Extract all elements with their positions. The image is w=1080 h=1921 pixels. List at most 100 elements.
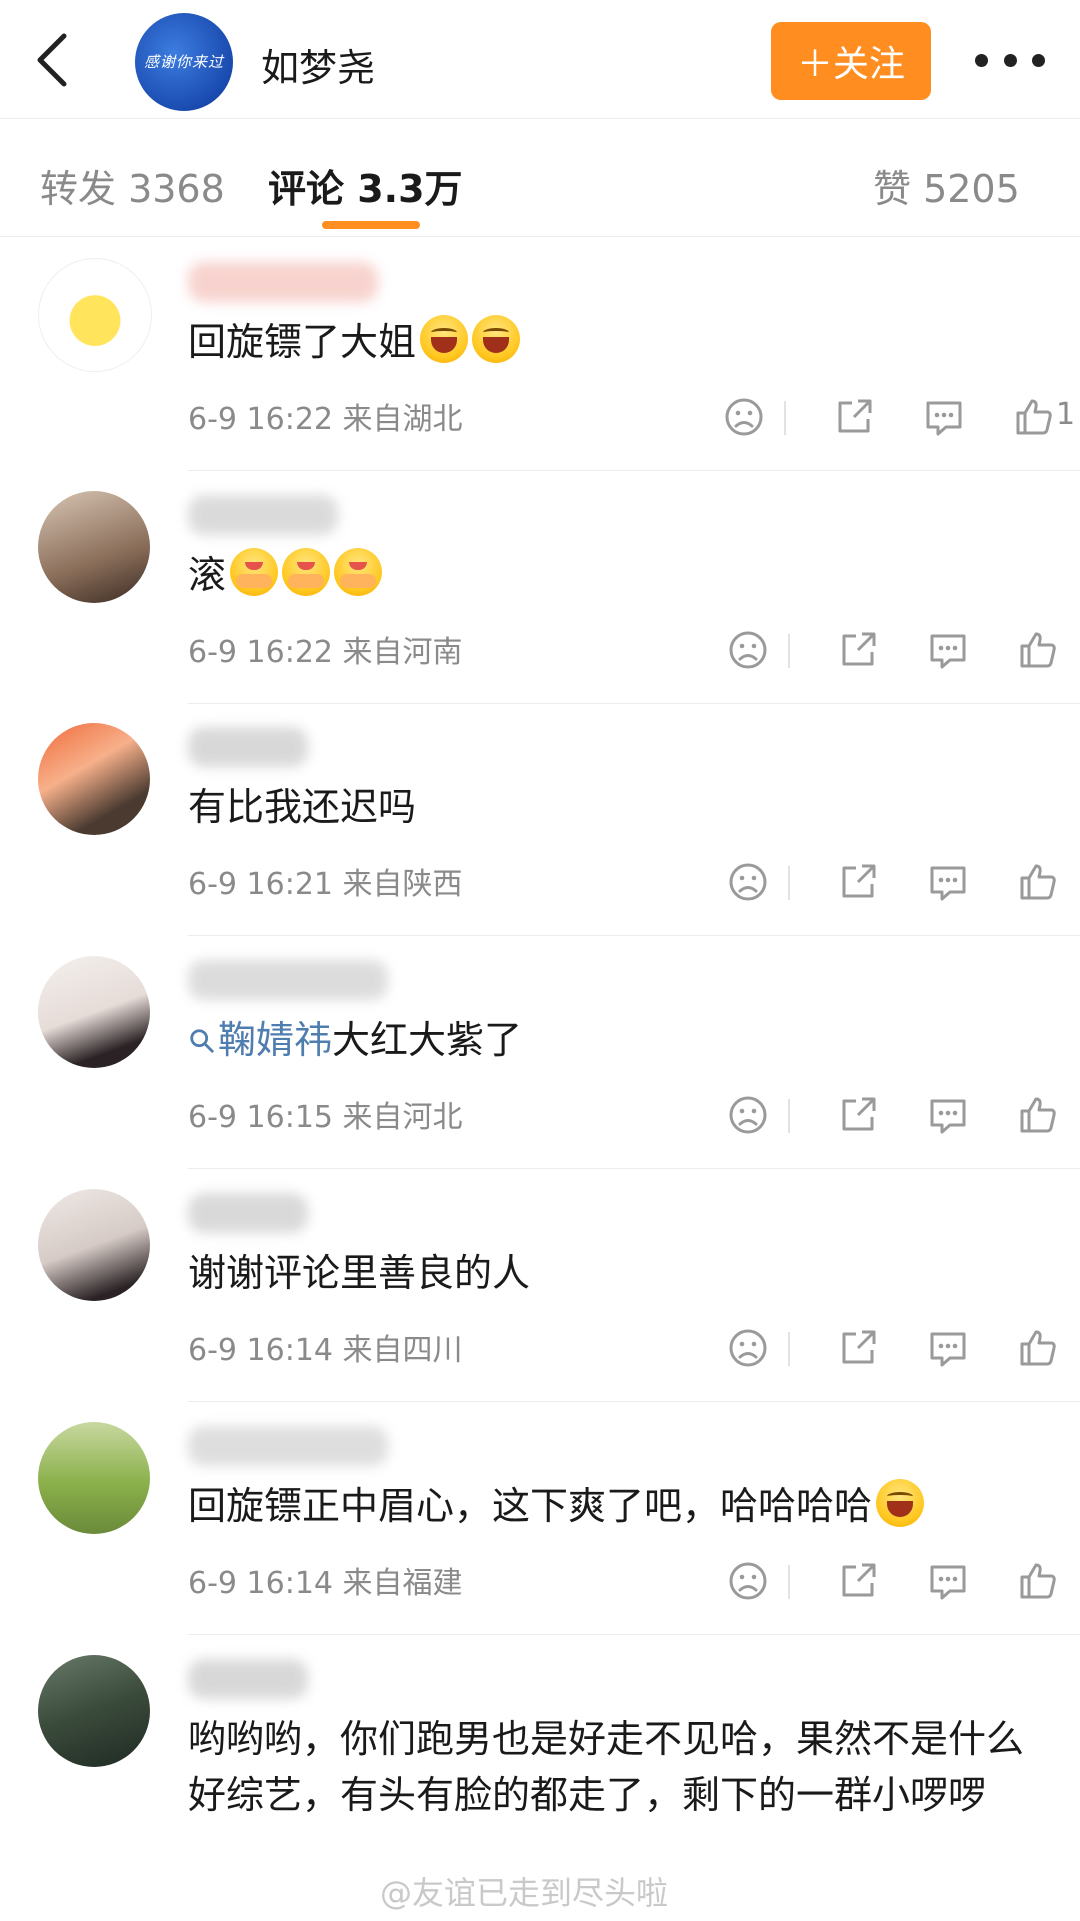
comment-body: 哟哟哟，你们跑男也是好走不见哈，果然不是什么好综艺，有头有脸的都走了，剩下的一群… [188,1717,1025,1817]
share-icon[interactable] [836,628,880,672]
comment-text: 谢谢评论里善良的人 [188,1245,1048,1301]
commenter-name-blurred[interactable] [188,960,388,1000]
author-name[interactable]: 如梦尧 [261,37,375,92]
dislike-face-icon[interactable] [726,1559,770,1603]
reply-comment-icon[interactable] [926,1093,970,1137]
comment-item: 谢谢评论里善良的人 6-9 16:14 来自四川 [0,1171,1080,1403]
dislike-face-icon[interactable] [726,1093,770,1137]
back-arrow-icon[interactable] [28,30,78,90]
comment-actions [680,628,1080,678]
comment-body: 滚 [188,553,227,597]
comment-location: 来自四川 [342,1333,463,1368]
comment-actions [680,1326,1080,1376]
commenter-name-blurred[interactable] [188,1659,308,1699]
commenter-avatar[interactable] [38,491,150,603]
hugging-emoji-icon [230,548,279,596]
comment-meta: 6-9 16:14 来自福建 [188,1558,463,1602]
comment-actions [680,1559,1080,1609]
action-divider [788,866,790,900]
share-icon[interactable] [832,395,876,439]
share-icon[interactable] [836,1093,880,1137]
comment-item: 哟哟哟，你们跑男也是好走不见哈，果然不是什么好综艺，有头有脸的都走了，剩下的一群… [0,1637,1080,1869]
share-icon[interactable] [836,860,880,904]
comment-time: 6-9 16:14 [188,1566,343,1601]
commenter-name-blurred[interactable] [188,727,308,767]
thumbs-up-icon[interactable] [1016,1559,1060,1603]
active-tab-indicator [322,221,420,229]
comment-separator [188,1401,1080,1402]
action-divider [784,401,786,435]
comment-text: 滚 [188,547,1048,603]
commenter-avatar[interactable] [38,1422,150,1534]
commenter-avatar[interactable] [38,1655,150,1767]
comment-item: 回旋镖了大姐 6-9 16:22 来自湖北 1 [0,240,1080,472]
dislike-face-icon[interactable] [726,628,770,672]
comment-text: 鞠婧祎大红大紫了 [188,1012,1048,1068]
comment-text: 有比我还迟吗 [188,779,1048,835]
commenter-avatar[interactable] [38,956,150,1068]
comment-meta: 6-9 16:15 来自河北 [188,1092,463,1136]
topic-name[interactable]: 鞠婧祎 [218,1018,332,1062]
commenter-avatar[interactable] [38,258,152,372]
reply-comment-icon[interactable] [922,395,966,439]
commenter-name-blurred[interactable] [188,495,338,535]
comment-item: 有比我还迟吗 6-9 16:21 来自陕西 [0,705,1080,937]
comment-body: 有比我还迟吗 [188,785,417,829]
watermark: @友谊已走到尽头啦 [380,1874,669,1912]
thumbs-up-icon[interactable] [1012,395,1056,439]
comment-body: 谢谢评论里善良的人 [188,1251,531,1295]
follow-button[interactable]: ＋关注 [771,22,931,100]
comment-time: 6-9 16:14 [188,1333,343,1368]
comment-time: 6-9 16:22 [188,402,343,437]
dislike-face-icon[interactable] [722,395,766,439]
comment-item: 滚 6-9 16:22 来自河南 [0,473,1080,705]
reply-comment-icon[interactable] [926,628,970,672]
commenter-name-blurred[interactable] [188,262,378,302]
comment-meta: 6-9 16:21 来自陕西 [188,859,463,903]
top-bar: 感谢你来过 如梦尧 ＋关注 [0,0,1080,119]
hugging-emoji-icon [282,548,331,596]
thumbs-up-icon[interactable] [1016,628,1060,672]
dislike-face-icon[interactable] [726,1326,770,1370]
dislike-face-icon[interactable] [726,860,770,904]
comment-location: 来自陕西 [342,867,463,902]
thumbs-up-icon[interactable] [1016,1326,1060,1370]
author-avatar[interactable]: 感谢你来过 [135,13,233,111]
commenter-avatar[interactable] [38,723,150,835]
thumbs-up-icon[interactable] [1016,860,1060,904]
comment-text: 回旋镖正中眉心，这下爽了吧，哈哈哈哈 [188,1478,1048,1534]
share-icon[interactable] [836,1559,880,1603]
reply-comment-icon[interactable] [926,1559,970,1603]
reply-comment-icon[interactable] [926,860,970,904]
commenter-name-blurred[interactable] [188,1193,308,1233]
like-count: 1 [1056,397,1076,432]
comment-time: 6-9 16:22 [188,635,343,670]
tab-comments[interactable]: 评论 3.3万 [268,158,463,213]
tab-likes[interactable]: 赞 5205 [873,158,1020,213]
comment-meta: 6-9 16:22 来自河南 [188,627,463,671]
reply-comment-icon[interactable] [926,1326,970,1370]
comment-actions: 1 [680,395,1080,445]
comment-body: 大红大紫了 [332,1018,523,1062]
comment-time: 6-9 16:21 [188,867,343,902]
comment-location: 来自湖北 [342,402,463,437]
tab-repost[interactable]: 转发 3368 [40,158,225,213]
commenter-name-blurred[interactable] [188,1426,388,1466]
more-options-icon[interactable] [975,38,1045,82]
comment-text: 回旋镖了大姐 [188,314,1048,370]
comment-location: 来自河南 [342,635,463,670]
comment-item: 鞠婧祎大红大紫了 6-9 16:15 来自河北 [0,938,1080,1170]
comment-separator [188,1634,1080,1635]
comment-meta: 6-9 16:22 来自湖北 [188,394,463,438]
thumbs-up-icon[interactable] [1016,1093,1060,1137]
laughing-emoji-icon [472,315,521,363]
comment-actions [680,860,1080,910]
topic-search-link[interactable]: 鞠婧祎 [188,1018,332,1062]
laughing-emoji-icon [420,315,469,363]
commenter-avatar[interactable] [38,1189,150,1301]
comment-text: 哟哟哟，你们跑男也是好走不见哈，果然不是什么好综艺，有头有脸的都走了，剩下的一群… [188,1711,1048,1823]
comment-separator [188,470,1080,471]
comment-location: 来自河北 [342,1100,463,1135]
share-icon[interactable] [836,1326,880,1370]
action-divider [788,1565,790,1599]
